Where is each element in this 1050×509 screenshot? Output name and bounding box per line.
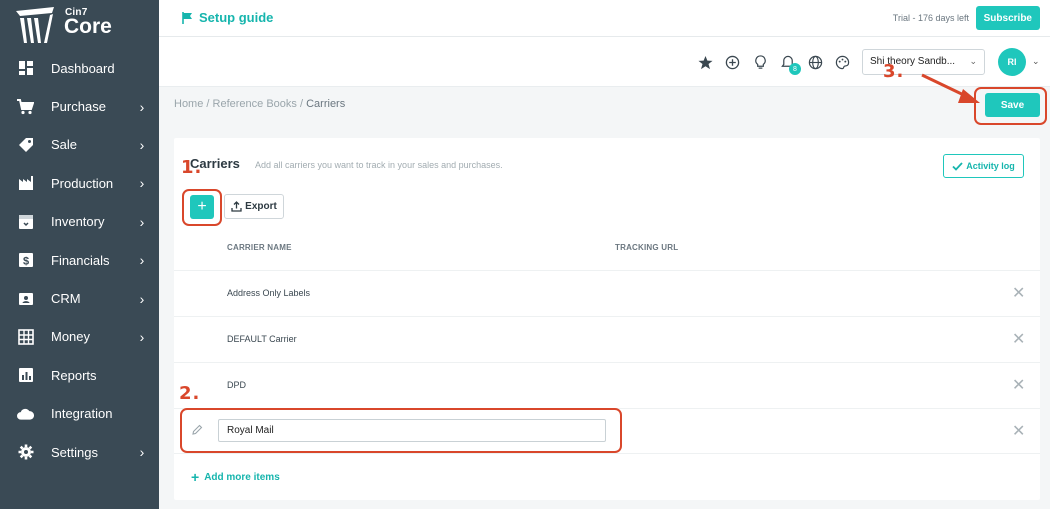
sidebar-item-label: Production [51,175,114,191]
breadcrumb: Home / Reference Books / Carriers [174,98,345,110]
annotation-box-3 [974,87,1047,125]
sidebar-item-label: Sale [51,137,78,153]
close-icon[interactable]: ✕ [1012,375,1025,395]
sidebar-nav: Dashboard Purchase › Sale › Production ›… [0,49,159,471]
annotation-box-1 [182,189,222,226]
cin7-logo-icon [16,7,54,43]
column-header-tracking-url[interactable]: TRACKING URL [615,243,678,252]
table-row[interactable]: DEFAULT Carrier ✕ [174,316,1040,362]
sidebar-item-dashboard[interactable]: Dashboard [0,49,159,87]
sidebar-item-label: Integration [51,406,113,422]
chevron-right-icon: › [139,328,145,345]
lightbulb-icon[interactable] [751,53,769,71]
chevron-right-icon: › [139,444,145,461]
chevron-down-icon: ⌄ [969,56,977,66]
chevron-right-icon: › [139,98,145,115]
breadcrumb-separator: / [206,98,210,110]
breadcrumb-reference-books[interactable]: Reference Books [213,98,297,110]
check-icon [952,161,963,171]
header-toolbar: 8 Shi theory Sandb... ⌄ RI ⌄ [159,37,1050,87]
box-icon [17,213,34,230]
annotation-number-2: 2. [179,383,201,404]
palette-icon[interactable] [833,53,851,71]
flag-icon [182,11,192,24]
breadcrumb-separator: / [299,98,304,110]
sidebar-item-label: Purchase [51,99,106,115]
page-subtitle: Add all carriers you want to track in yo… [255,160,503,170]
plus-icon: + [191,469,200,485]
add-circle-icon[interactable] [723,53,741,71]
sidebar-item-financials[interactable]: $ Financials › [0,241,159,279]
sidebar-item-settings[interactable]: Settings › [0,433,159,471]
sidebar-item-crm[interactable]: CRM › [0,279,159,317]
setup-guide-link[interactable]: Setup guide [182,10,273,25]
table-row[interactable]: Address Only Labels ✕ [174,270,1040,316]
subscribe-button[interactable]: Subscribe [975,6,1040,30]
upload-icon [231,201,242,212]
dashboard-icon [17,60,34,77]
breadcrumb-current: Carriers [306,98,346,110]
logo[interactable]: Cin7 Core [14,4,134,44]
chevron-right-icon: › [139,290,145,307]
top-bar: Setup guide Trial - 176 days left Subscr… [159,0,1050,37]
sidebar-item-label: CRM [51,291,81,307]
sidebar-item-production[interactable]: Production › [0,164,159,202]
tag-icon [17,136,34,153]
gear-icon [17,444,34,461]
carrier-name-cell: Address Only Labels [227,288,311,298]
chevron-down-icon[interactable]: ⌄ [1032,56,1040,67]
close-icon[interactable]: ✕ [1012,329,1025,349]
star-icon[interactable] [696,53,714,71]
annotation-arrow-icon [921,73,980,103]
cloud-icon [17,405,34,422]
sidebar-item-purchase[interactable]: Purchase › [0,87,159,125]
sidebar: Cin7 Core Dashboard Purchase › Sale › Pr… [0,0,159,509]
chevron-right-icon: › [139,136,145,153]
sidebar-item-money[interactable]: Money › [0,318,159,356]
factory-icon [17,175,34,192]
sidebar-item-sale[interactable]: Sale › [0,126,159,164]
chevron-right-icon: › [139,252,145,269]
avatar[interactable]: RI [998,48,1026,76]
carrier-name-cell: DEFAULT Carrier [227,334,297,344]
sidebar-item-label: Settings [51,444,98,460]
close-icon[interactable]: ✕ [1012,421,1025,441]
sidebar-item-label: Reports [51,367,97,383]
svg-text:$: $ [22,256,28,268]
sidebar-item-label: Dashboard [51,60,115,76]
activity-log-label: Activity log [966,161,1015,171]
activity-log-button[interactable]: Activity log [943,154,1024,178]
globe-icon[interactable] [806,53,824,71]
trial-status: Trial - 176 days left [892,13,969,23]
brand-name: Core [64,15,112,38]
chevron-right-icon: › [139,213,145,230]
export-button[interactable]: Export [224,194,284,219]
chevron-right-icon: › [139,175,145,192]
table-row[interactable]: DPD ✕ [174,362,1040,408]
sidebar-item-reports[interactable]: Reports [0,356,159,394]
contact-card-icon [17,290,34,307]
sidebar-item-inventory[interactable]: Inventory › [0,203,159,241]
add-more-items-link[interactable]: + Add more items [191,469,280,485]
bell-icon[interactable]: 8 [779,53,801,75]
export-label: Export [245,201,277,212]
sidebar-item-label: Money [51,329,91,345]
cart-icon [17,98,34,115]
annotation-number-3: 3. [883,61,905,82]
dollar-icon: $ [17,252,34,269]
annotation-number-1: 1. [181,157,203,178]
setup-guide-label: Setup guide [199,10,274,25]
annotation-box-2 [180,408,622,453]
close-icon[interactable]: ✕ [1012,283,1025,303]
breadcrumb-home[interactable]: Home [174,98,203,110]
bar-chart-icon [17,367,34,384]
sidebar-item-label: Inventory [51,214,105,230]
sidebar-item-label: Financials [51,252,110,268]
notification-badge: 8 [789,63,801,75]
sidebar-item-integration[interactable]: Integration [0,395,159,433]
column-header-carrier-name[interactable]: CARRIER NAME [227,243,292,252]
carrier-name-cell: DPD [227,380,247,390]
grid-icon [17,328,34,345]
add-more-items-label: Add more items [204,471,280,483]
